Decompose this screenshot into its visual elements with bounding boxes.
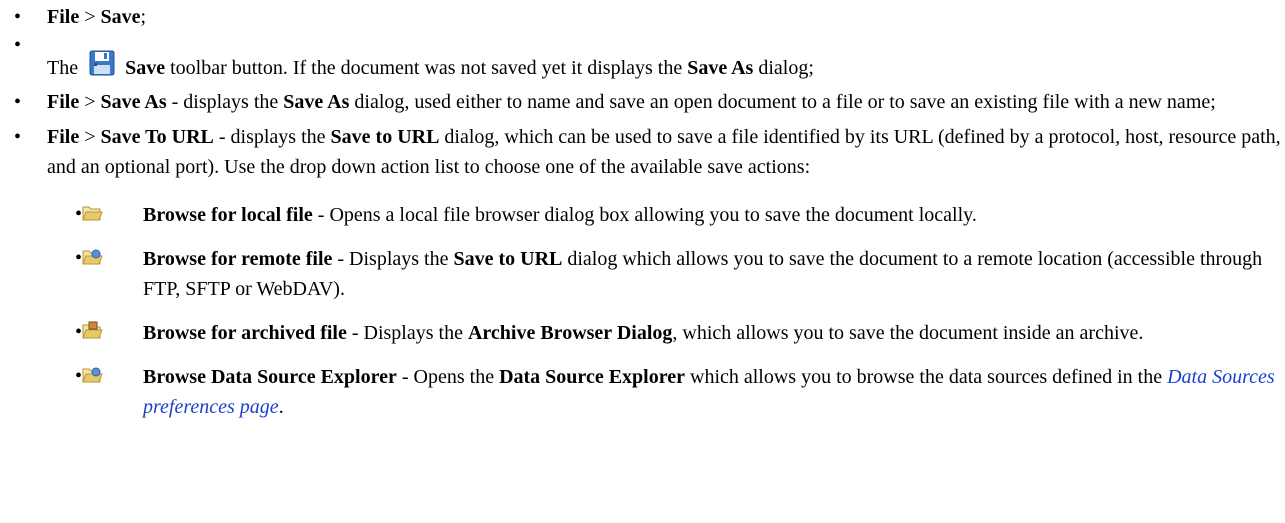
text: which allows you to browse the data sour… [685, 366, 1168, 388]
list-item-browse-archive: • Browse for archived file - Displays th… [75, 318, 1285, 348]
separator: > [79, 91, 101, 113]
list-item-file-save: • File > Save; [0, 2, 1285, 32]
browse-archive-label: Browse for archived file [143, 322, 347, 344]
menu-file: File [47, 91, 80, 113]
text: The [47, 57, 84, 79]
data-source-explorer-label: Data Source Explorer [499, 366, 685, 388]
bullet: • [75, 247, 83, 269]
separator: > [79, 6, 101, 28]
bullet: • [14, 6, 22, 28]
browse-remote-label: Browse for remote file [143, 248, 333, 270]
list-item-browse-local: • Browse for local file - Opens a local … [75, 200, 1285, 230]
menu-save-as: Save As [100, 91, 167, 113]
save-to-url-label: Save to URL [453, 248, 563, 270]
punct: . [278, 396, 284, 418]
save-label: Save [125, 57, 166, 79]
separator: > [79, 126, 101, 148]
bullet: • [14, 91, 22, 113]
save-actions-list: • Browse for local file - Opens a local … [47, 200, 1285, 422]
floppy-disk-icon [89, 50, 115, 76]
save-as-label: Save As [687, 57, 754, 79]
list-item-file-save-to-url: • File > Save To URL - displays the Save… [0, 122, 1285, 422]
bullet: • [75, 321, 83, 343]
text: , which allows you to save the document … [672, 322, 1144, 344]
save-as-label: Save As [283, 91, 350, 113]
text: - Opens a local file browser dialog box … [312, 204, 977, 226]
punct: ; [140, 6, 147, 28]
save-to-url-label: Save to URL [330, 126, 440, 148]
menu-save-to-url: Save To URL [100, 126, 214, 148]
folder-remote-icon [81, 246, 103, 268]
document: • File > Save; • The Save toolbar button… [0, 0, 1285, 422]
bullet: • [14, 126, 22, 148]
list-item-browse-datasource: • Browse Data Source Explorer - Opens th… [75, 362, 1285, 422]
bullet: • [75, 365, 83, 387]
list-item-browse-remote: • Browse for remote file - Displays the … [75, 244, 1285, 304]
menu-file: File [47, 126, 80, 148]
bullet: • [14, 34, 22, 56]
menu-save: Save [100, 6, 141, 28]
archive-browser-label: Archive Browser Dialog [467, 322, 673, 344]
save-methods-list: • File > Save; • The Save toolbar button… [0, 0, 1285, 422]
text: dialog; [753, 57, 814, 79]
text: - Displays the [346, 322, 468, 344]
text: - Opens the [396, 366, 500, 388]
text: toolbar button. If the document was not … [165, 57, 688, 79]
browse-datasource-label: Browse Data Source Explorer [143, 366, 397, 388]
menu-file: File [47, 6, 80, 28]
text: - displays the [213, 126, 331, 148]
folder-datasource-icon [81, 364, 103, 386]
text: - Displays the [332, 248, 454, 270]
list-item-file-save-as: • File > Save As - displays the Save As … [0, 87, 1285, 117]
browse-local-label: Browse for local file [143, 204, 313, 226]
list-item-save-toolbar: • The Save toolbar button. If the docume… [0, 34, 1285, 83]
bullet: • [75, 203, 83, 225]
text: - displays the [166, 91, 284, 113]
text: dialog, used either to name and save an … [349, 91, 1216, 113]
folder-archive-icon [81, 320, 103, 342]
folder-icon [81, 202, 103, 224]
